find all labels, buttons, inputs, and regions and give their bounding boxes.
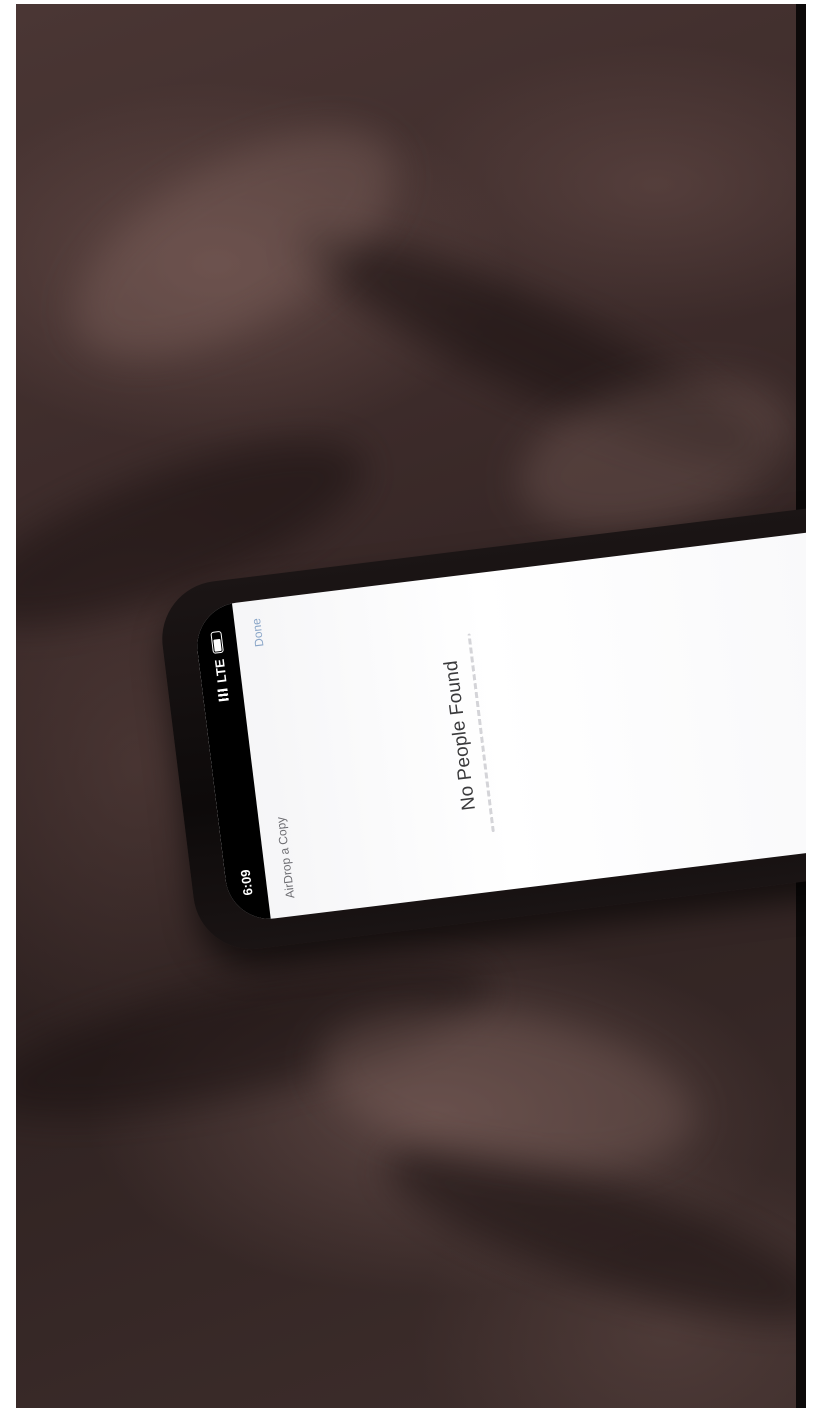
done-button[interactable]: Done: [249, 618, 266, 648]
smartphone: 6:09 LTE AirDrop a Copy Done No People F…: [155, 495, 806, 956]
status-indicators: LTE: [208, 630, 231, 702]
photo-background: 6:09 LTE AirDrop a Copy Done No People F…: [16, 4, 806, 1408]
network-label: LTE: [211, 658, 230, 684]
empty-state: No People Found: [430, 575, 502, 895]
airdrop-title: AirDrop a Copy: [273, 816, 298, 900]
status-time: 6:09: [237, 868, 256, 897]
battery-icon: [209, 630, 224, 654]
signal-icon: [217, 688, 229, 702]
